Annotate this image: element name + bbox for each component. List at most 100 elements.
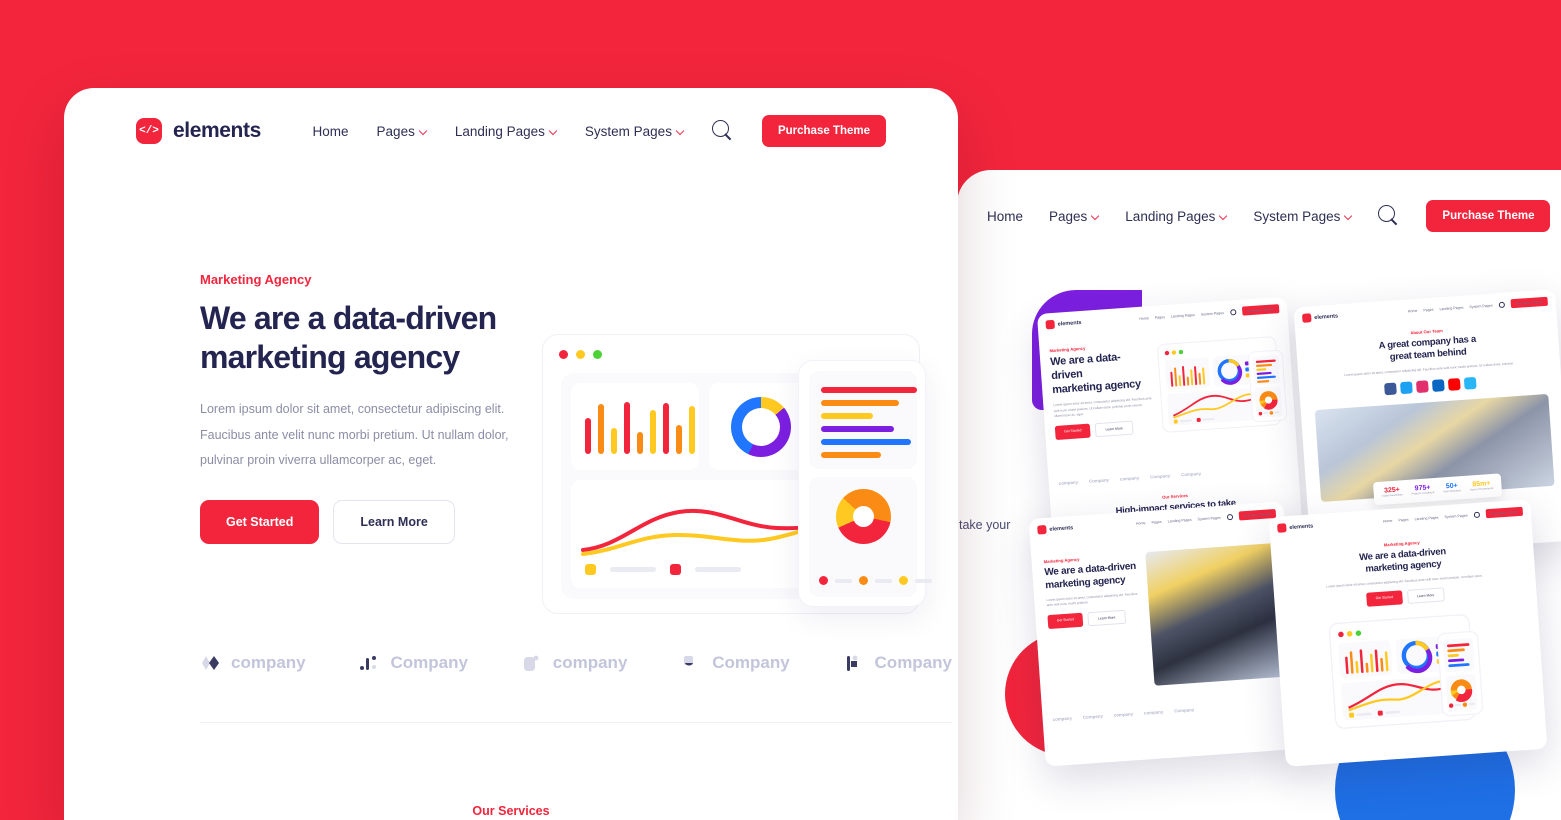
services-section: Our Services High-impact services to tak…	[64, 804, 958, 820]
legend-dot-orange	[859, 576, 868, 585]
mockup-logo: elements	[1045, 318, 1082, 330]
youtube-icon	[1447, 378, 1461, 392]
hbar-5	[821, 452, 881, 458]
hero-paragraph: Lorem ipsum dolor sit amet, consectetur …	[200, 402, 509, 468]
window-dots	[559, 350, 602, 359]
search-icon	[1498, 301, 1505, 308]
company-label-3: Company	[712, 653, 790, 672]
learn-more-button[interactable]: Learn More	[333, 499, 455, 544]
mockup-logo-text: elements	[1289, 522, 1314, 531]
mockup-stat-1: 975+ Projects Completed	[1411, 484, 1435, 496]
hero-eyebrow: Marketing Agency	[200, 272, 312, 287]
twitter-icon	[1400, 381, 1413, 395]
mockup-nav-landing: Landing Pages	[1167, 517, 1192, 523]
bar-6	[663, 403, 669, 454]
mockup-logo: elements	[1277, 521, 1314, 533]
mockup-nav-home: Home	[1407, 308, 1418, 313]
horizontal-bar-chart	[821, 387, 917, 458]
mockup-stat-0: 325+ Expert Associates	[1381, 486, 1403, 498]
mockup-nav-landing: Landing Pages	[1170, 312, 1196, 319]
nav-item-system-pages[interactable]: System Pages	[585, 124, 684, 139]
mockup-nav-items: Home Pages Landing Pages System Pages Pu…	[1139, 304, 1280, 323]
mockup-purchase-button: Purchase Theme	[1510, 296, 1549, 309]
bg-nav-item-landing-pages[interactable]: Landing Pages	[1125, 209, 1227, 224]
bg-nav-item-system-pages[interactable]: System Pages	[1253, 209, 1352, 224]
company-label-4: Company	[874, 653, 952, 672]
bar-1	[598, 404, 604, 454]
mockup-companies-strip: company Company company Company Company	[1049, 464, 1299, 486]
mockup-company-4: Company	[1174, 707, 1195, 714]
code-badge-icon: </>	[136, 118, 162, 144]
bar-2	[611, 428, 617, 454]
mockup-nav-system: System Pages	[1469, 303, 1493, 309]
bg-purchase-theme-button[interactable]: Purchase Theme	[1426, 200, 1551, 232]
search-icon[interactable]	[1378, 205, 1400, 227]
legend-dot-yellow	[899, 576, 908, 585]
mockup-nav-pages: Pages	[1151, 519, 1162, 525]
code-badge-icon	[1277, 523, 1287, 533]
screenshot-stage: take your Home Pages Landing Pages Syste…	[0, 0, 1561, 820]
mockup-nav-pages: Pages	[1154, 314, 1166, 320]
hero-buttons: Get Started Learn More	[200, 499, 540, 544]
mockup-agency-photo[interactable]: elements Home Pages Landing Pages System…	[1028, 501, 1301, 767]
hbar-3	[821, 426, 894, 432]
mockup-nav-landing: Landing Pages	[1414, 515, 1439, 521]
mockup-purchase-button: Purchase Theme	[1485, 506, 1524, 519]
mockup-get-started: Get Started	[1366, 590, 1403, 607]
bar-0	[585, 418, 591, 454]
mockup-agency-centered[interactable]: elements Home Pages Landing Pages System…	[1268, 499, 1548, 767]
nav-label-system-pages: System Pages	[584, 123, 672, 139]
services-eyebrow: Our Services	[472, 804, 550, 818]
brand-logo[interactable]: </> elements	[136, 118, 261, 144]
facebook-icon	[1384, 382, 1397, 396]
page-title: We are a data-driven marketing agency	[200, 299, 540, 377]
chevron-down-icon	[1220, 213, 1227, 220]
partial-heading-text: take your	[959, 518, 1011, 532]
mockup-nav-system: System Pages	[1197, 515, 1221, 521]
legend-bar	[835, 578, 852, 583]
nav-item-home[interactable]: Home	[313, 124, 349, 139]
telegram-icon	[1463, 377, 1477, 390]
get-started-button[interactable]: Get Started	[200, 499, 320, 544]
pie-chart	[836, 489, 891, 544]
mockup-nav-home: Home	[1382, 518, 1393, 523]
bar-5	[650, 410, 656, 454]
mockup-company-1: Company	[1082, 713, 1104, 720]
window-dot-yellow	[576, 350, 585, 359]
bar-3	[624, 402, 630, 454]
purchase-theme-button[interactable]: Purchase Theme	[761, 115, 886, 147]
mockup-nav-system: System Pages	[1200, 310, 1225, 317]
mockup-stat-3: 85m+ Hours of Experience	[1469, 480, 1494, 492]
chevron-down-icon	[1345, 213, 1352, 220]
mockup-company-0: company	[1052, 715, 1073, 723]
hbar-4	[821, 439, 911, 445]
search-icon[interactable]	[711, 120, 734, 142]
legend-dot-red	[819, 576, 828, 585]
nav-item-landing-pages[interactable]: Landing Pages	[455, 124, 557, 139]
donut-chart	[731, 397, 791, 457]
window-dot-green	[593, 350, 602, 359]
mockup-logo-text: elements	[1314, 312, 1339, 321]
code-badge-icon	[1301, 313, 1312, 323]
bg-nav-label-pages: Pages	[1049, 208, 1088, 224]
mockup-company-1: Company	[1088, 477, 1110, 484]
mockup-company-2: company	[1113, 711, 1134, 718]
mockup-nav-system: System Pages	[1444, 513, 1468, 519]
chevron-down-icon	[550, 128, 557, 135]
company-logo-2: company	[522, 653, 627, 673]
mockup-stat-2: 50+ Team Members	[1443, 482, 1462, 494]
mockup-company-2: company	[1119, 475, 1140, 482]
mockup-paragraph: Lorem ipsum dolor sit amet, consectetur …	[1046, 591, 1138, 608]
legend-bar	[695, 567, 741, 572]
mockup-nav-pages: Pages	[1398, 517, 1409, 522]
mockup-companies-strip: company Company company company Company	[1043, 700, 1298, 723]
nav-item-pages[interactable]: Pages	[377, 124, 427, 139]
floating-stats-card	[798, 360, 932, 607]
company-logo-1: Company	[359, 653, 468, 673]
hero-section: Marketing Agency We are a data-driven ma…	[200, 272, 540, 544]
legend-bar	[915, 578, 932, 583]
company-label-1: Company	[390, 653, 468, 672]
bg-nav-item-home[interactable]: Home	[987, 209, 1023, 224]
pie-chart-panel	[809, 477, 932, 597]
bg-nav-item-pages[interactable]: Pages	[1049, 209, 1099, 224]
